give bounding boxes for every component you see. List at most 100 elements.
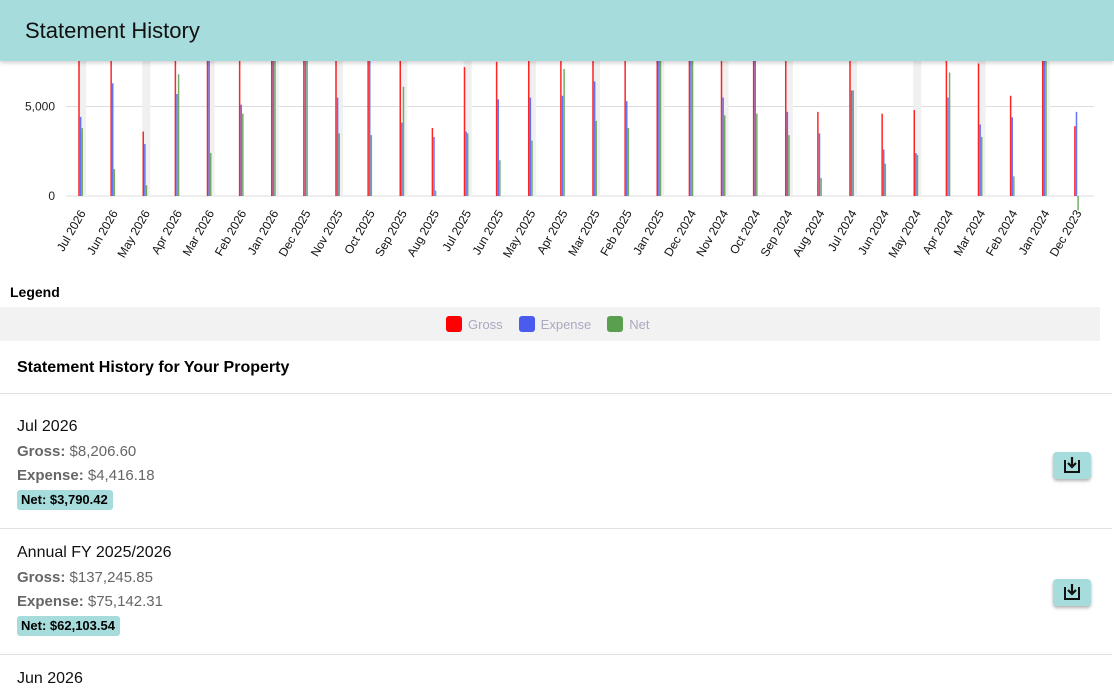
bar-gross: [206, 61, 209, 196]
bar-net: [659, 61, 662, 196]
bar-net: [531, 140, 533, 196]
bar-expense: [722, 97, 724, 196]
statement-net-badge: Net: $3,790.42: [17, 490, 113, 510]
bar-gross: [174, 61, 177, 196]
bar-net: [402, 86, 405, 196]
bar-net: [113, 169, 116, 196]
x-tick-label: Oct 2024: [727, 207, 764, 256]
bar-net: [466, 133, 469, 196]
bar-gross: [1074, 126, 1076, 196]
legend-title: Legend: [10, 284, 60, 300]
bar-net: [980, 136, 983, 196]
bar-net: [788, 135, 790, 196]
bar-net: [820, 178, 822, 196]
statement-item: Jun 2026: [17, 670, 1107, 688]
bar-net: [948, 72, 951, 196]
bar-expense: [304, 61, 307, 196]
bar-net: [723, 115, 726, 196]
bar-gross: [785, 61, 787, 196]
bar-gross: [1042, 61, 1044, 196]
bar-net: [338, 133, 340, 196]
y-tick-label: 5,000: [25, 100, 55, 114]
bar-expense: [979, 124, 981, 196]
bar-net: [852, 90, 854, 196]
legend-swatch-net: [607, 316, 624, 332]
bar-gross: [945, 61, 948, 196]
bar-expense: [240, 104, 242, 196]
bar-expense: [433, 136, 435, 196]
divider: [0, 654, 1112, 655]
x-tick-label: Nov 2024: [693, 207, 731, 259]
statement-net-badge: Net: $62,103.54: [17, 616, 120, 636]
statement-period: Jun 2026: [17, 670, 83, 687]
bar-gross: [881, 113, 883, 196]
statement-period: Jul 2026: [17, 418, 78, 435]
bar-net: [145, 185, 148, 196]
bar-net: [209, 153, 212, 196]
bar-expense: [754, 61, 756, 196]
x-tick-label: Jul 2025: [439, 207, 474, 254]
app-header: Statement History: [0, 0, 1114, 61]
bar-net: [691, 61, 694, 196]
bar-expense: [625, 101, 628, 196]
chart-legend: Gross Expense Net: [0, 307, 1100, 341]
divider: [0, 528, 1112, 529]
bar-gross: [560, 61, 562, 196]
legend-swatch-expense: [518, 316, 535, 332]
x-tick-label: Apr 2024: [920, 207, 957, 256]
bar-net: [595, 120, 597, 196]
bar-gross: [592, 61, 594, 196]
bar-gross: [303, 61, 305, 196]
bar-gross: [817, 111, 819, 196]
x-tick-label: Jul 2026: [54, 207, 89, 254]
bar-gross: [720, 61, 723, 196]
legend-label-expense: Expense: [540, 316, 592, 332]
bar-net: [1077, 196, 1079, 211]
bar-gross: [849, 61, 851, 196]
bar-net: [81, 128, 83, 196]
bar-net: [499, 160, 501, 196]
bar-gross: [463, 67, 466, 197]
bar-gross: [624, 61, 626, 196]
bar-expense: [144, 144, 146, 196]
bar-net: [1013, 176, 1015, 196]
bar-expense: [947, 97, 949, 196]
bar-net: [916, 154, 919, 196]
bar-gross: [335, 61, 337, 196]
bar-expense: [690, 61, 692, 196]
legend-label-net: Net: [629, 316, 650, 332]
y-tick-label: 0: [48, 189, 55, 203]
bar-expense: [882, 149, 885, 196]
bar-gross: [752, 61, 755, 196]
bar-expense: [915, 153, 917, 196]
bar-gross: [238, 61, 241, 196]
bar-gross: [977, 63, 980, 196]
bar-net: [370, 135, 373, 196]
statement-item: Annual FY 2025/2026 Gross: $137,245.85 E…: [17, 544, 1107, 636]
statement-expense: Expense: $75,142.31: [17, 593, 163, 610]
bar-expense: [1043, 61, 1046, 196]
statement-period: Annual FY 2025/2026: [17, 544, 172, 561]
bar-expense: [176, 93, 178, 196]
bar-gross: [495, 61, 498, 196]
legend-swatch-gross: [446, 316, 462, 332]
statement-expense: Expense: $4,416.18: [17, 467, 155, 484]
download-statement-button[interactable]: [1053, 452, 1091, 479]
bar-net: [1045, 61, 1047, 196]
bar-expense: [111, 83, 114, 196]
legend-item-net[interactable]: Net: [607, 316, 650, 332]
bar-net: [242, 113, 244, 196]
x-tick-label: Apr 2026: [149, 207, 186, 256]
legend-label-gross: Gross: [468, 316, 503, 332]
bar-net: [627, 127, 630, 196]
download-icon: [1064, 584, 1080, 600]
x-tick-label: Aug 2025: [404, 207, 442, 259]
bar-expense: [593, 81, 596, 196]
bar-net: [274, 61, 276, 196]
download-statement-button[interactable]: [1053, 579, 1091, 606]
bar-net: [884, 163, 887, 196]
bar-expense: [850, 90, 853, 196]
legend-item-gross[interactable]: Gross: [446, 316, 503, 332]
legend-item-expense[interactable]: Expense: [518, 316, 592, 332]
page-title: Statement History: [25, 18, 200, 43]
